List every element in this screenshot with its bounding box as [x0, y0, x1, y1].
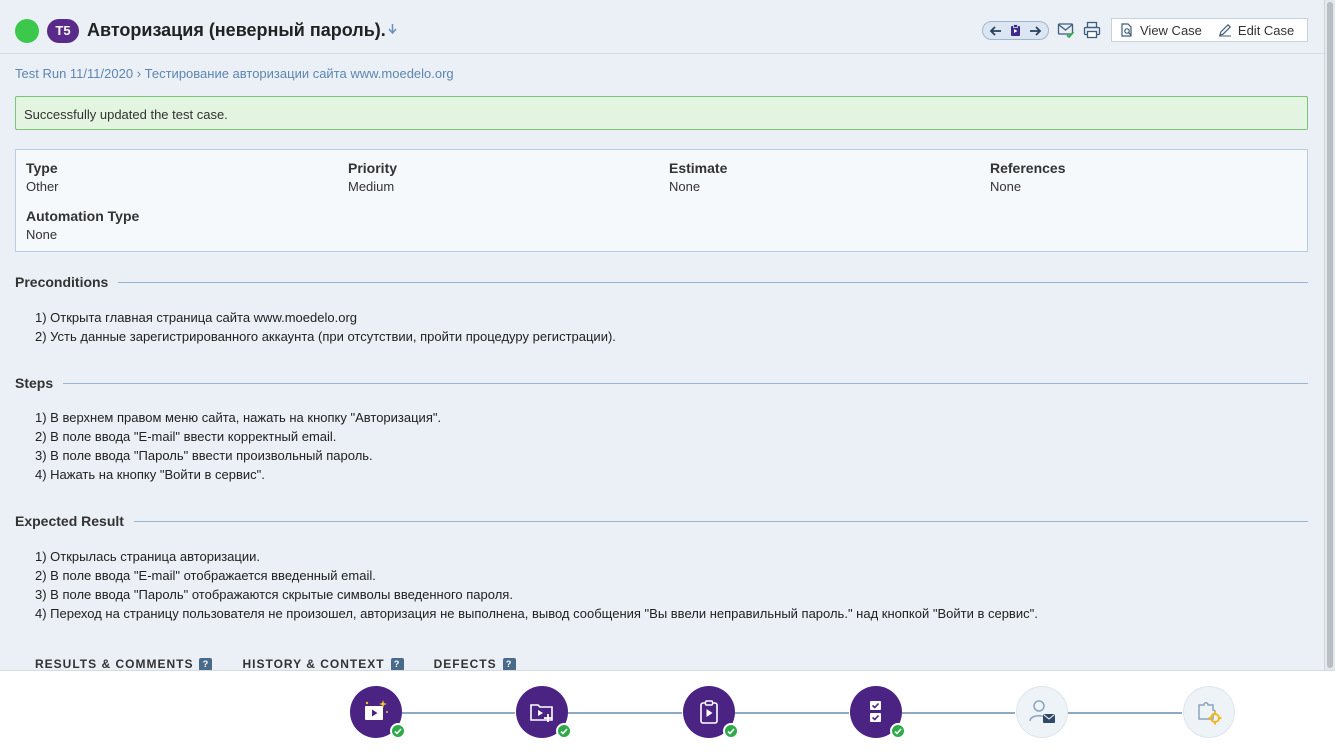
case-tabs: RESULTS & COMMENTS ? HISTORY & CONTEXT ?…: [35, 657, 516, 671]
tab-history-context-label: HISTORY & CONTEXT: [242, 657, 385, 671]
preconditions-title: Preconditions: [15, 274, 109, 290]
steps-body: 1) В верхнем правом меню сайта, нажать н…: [35, 408, 441, 484]
success-message: Successfully updated the test case.: [15, 96, 1308, 130]
help-icon[interactable]: ?: [502, 657, 516, 671]
tab-history-context[interactable]: HISTORY & CONTEXT ?: [242, 657, 404, 671]
expected-line: 4) Переход на страницу пользователя не п…: [35, 606, 1038, 621]
case-actions: View Case Edit Case: [1111, 18, 1308, 42]
view-case-label: View Case: [1140, 22, 1202, 38]
onboarding-step-setup-integration[interactable]: [1183, 686, 1235, 738]
print-icon[interactable]: [1083, 21, 1101, 39]
case-id-badge: T5: [47, 19, 79, 43]
previous-case-icon[interactable]: [988, 24, 1004, 38]
step-line: 3) В поле ввода "Пароль" ввести произвол…: [35, 448, 373, 463]
preconditions-header: Preconditions: [15, 274, 1308, 290]
breadcrumb-separator: ›: [136, 66, 142, 81]
expected-result-header: Expected Result: [15, 513, 1308, 529]
help-icon[interactable]: ?: [390, 657, 404, 671]
expected-line: 2) В поле ввода "E-mail" отображается вв…: [35, 568, 376, 583]
view-document-icon: [1121, 23, 1132, 37]
field-references-label: References: [990, 160, 1066, 176]
expected-line: 1) Открылась страница авторизации.: [35, 549, 260, 564]
onboarding-connector: [402, 712, 515, 714]
step-line: 1) В верхнем правом меню сайта, нажать н…: [35, 410, 442, 425]
tab-results-comments-label: RESULTS & COMMENTS: [35, 657, 194, 671]
field-priority: Priority Medium: [348, 160, 397, 194]
check-icon: [390, 723, 406, 739]
field-references: References None: [990, 160, 1066, 194]
invite-user-icon: [1029, 700, 1055, 723]
precondition-line: 2) Усть данные зарегистрированного аккау…: [35, 329, 616, 344]
breadcrumb: Test Run 11/11/2020 › Тестирование автор…: [15, 66, 454, 81]
pencil-icon: [1218, 23, 1231, 37]
edit-case-label: Edit Case: [1237, 22, 1295, 38]
section-divider: [133, 520, 1308, 522]
onboarding-connector: [1068, 712, 1182, 714]
field-estimate-label: Estimate: [669, 160, 728, 176]
onboarding-step-start-run[interactable]: [683, 686, 739, 739]
status-indicator: [15, 19, 39, 43]
vertical-scrollbar[interactable]: [1324, 0, 1335, 670]
breadcrumb-suite-link[interactable]: Тестирование авторизации сайта www.moede…: [145, 66, 454, 81]
step-line: 4) Нажать на кнопку "Войти в сервис".: [35, 467, 265, 482]
tab-results-comments[interactable]: RESULTS & COMMENTS ?: [35, 657, 213, 671]
precondition-line: 1) Открыта главная страница сайта www.mo…: [35, 310, 357, 325]
case-navigation: [982, 21, 1049, 40]
start-run-icon: [700, 700, 718, 724]
field-priority-value: Medium: [348, 179, 395, 194]
onboarding-step-add-case[interactable]: [516, 686, 572, 739]
field-type: Type Other: [26, 160, 59, 194]
edit-case-button[interactable]: Edit Case: [1210, 19, 1302, 41]
onboarding-connector: [568, 712, 682, 714]
view-case-button[interactable]: View Case: [1112, 19, 1210, 41]
expected-result-title: Expected Result: [15, 513, 124, 529]
field-priority-label: Priority: [348, 160, 398, 176]
add-case-icon: [530, 704, 553, 722]
field-estimate-value: None: [669, 179, 701, 194]
check-icon: [723, 723, 739, 739]
field-references-value: None: [990, 179, 1022, 194]
field-automation-type: Automation Type None: [26, 208, 139, 242]
case-list-icon[interactable]: [1007, 24, 1023, 38]
field-automation-type-label: Automation Type: [26, 208, 140, 224]
field-estimate: Estimate None: [669, 160, 727, 194]
expected-line: 3) В поле ввода "Пароль" отображаются ск…: [35, 587, 513, 602]
add-results-icon: [870, 701, 881, 722]
field-automation-type-value: None: [26, 227, 58, 242]
steps-title: Steps: [15, 375, 54, 391]
tab-defects[interactable]: DEFECTS ?: [434, 657, 516, 671]
case-header: T5 Авторизация (неверный пароль). View C…: [0, 0, 1324, 54]
email-notify-icon[interactable]: [1057, 21, 1075, 39]
onboarding-progress-bar: [0, 670, 1335, 753]
scrollbar-thumb[interactable]: [1327, 2, 1333, 668]
title-dropdown-icon[interactable]: [388, 24, 397, 37]
tab-defects-label: DEFECTS: [433, 657, 497, 671]
section-divider: [118, 281, 1308, 283]
case-title: Авторизация (неверный пароль).: [87, 20, 386, 40]
check-icon: [890, 723, 906, 739]
setup-integration-icon: [1198, 702, 1222, 725]
create-project-icon: [365, 700, 388, 720]
section-divider: [63, 382, 1308, 384]
preconditions-body: 1) Открыта главная страница сайта www.mo…: [35, 308, 616, 346]
expected-result-body: 1) Открылась страница авторизации. 2) В …: [35, 547, 1038, 623]
case-fields-panel: Type Other Priority Medium Estimate None…: [15, 149, 1308, 252]
breadcrumb-run-link[interactable]: Test Run 11/11/2020: [15, 66, 133, 81]
onboarding-step-invite-user[interactable]: [1016, 686, 1068, 738]
onboarding-connector: [735, 712, 849, 714]
field-type-value: Other: [26, 179, 59, 194]
step-line: 2) В поле ввода "E-mail" ввести корректн…: [35, 429, 337, 444]
onboarding-step-add-results[interactable]: [850, 686, 906, 739]
field-type-label: Type: [26, 160, 58, 176]
steps-header: Steps: [15, 375, 1308, 391]
onboarding-connector: [902, 712, 1015, 714]
onboarding-step-create-project[interactable]: [350, 686, 406, 739]
check-icon: [556, 723, 572, 739]
next-case-icon[interactable]: [1027, 24, 1043, 38]
help-icon[interactable]: ?: [199, 657, 213, 671]
